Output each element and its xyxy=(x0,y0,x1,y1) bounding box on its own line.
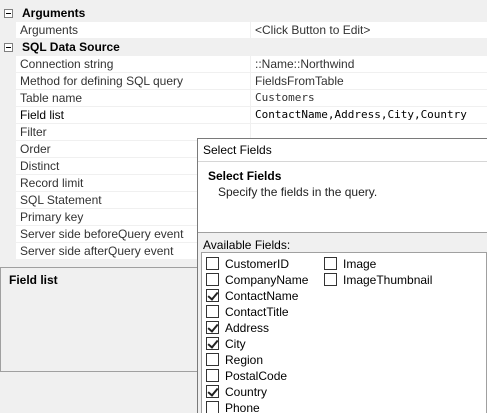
checkbox[interactable] xyxy=(206,385,219,398)
checkbox[interactable] xyxy=(206,257,219,270)
field-label: ContactTitle xyxy=(225,305,289,319)
property-name: Method for defining SQL query xyxy=(16,73,251,90)
checkbox[interactable] xyxy=(324,273,337,286)
property-row-table-name[interactable]: Table name Customers xyxy=(0,90,487,107)
property-row-connection-string[interactable]: Connection string ::Name::Northwind xyxy=(0,56,487,73)
category-label: Arguments xyxy=(22,6,86,20)
checkbox[interactable] xyxy=(206,305,219,318)
property-name: Arguments xyxy=(16,22,251,39)
property-value[interactable]: <Click Button to Edit> xyxy=(251,22,487,39)
available-fields-list[interactable]: CustomerID CompanyName ContactName Conta… xyxy=(201,252,487,413)
property-value[interactable]: FieldsFromTable xyxy=(251,73,487,90)
checkbox[interactable] xyxy=(206,289,219,302)
dialog-body: Available Fields: CustomerID CompanyName… xyxy=(198,232,487,413)
property-name: Table name xyxy=(16,90,251,107)
category-sql-data-source[interactable]: SQL Data Source xyxy=(0,39,487,56)
select-fields-dialog: Select Fields Select Fields Specify the … xyxy=(197,138,487,413)
field-label: Region xyxy=(225,353,264,367)
dialog-subheading: Specify the fields in the query. xyxy=(218,185,378,199)
dialog-title-bar[interactable]: Select Fields xyxy=(198,139,487,161)
property-row-field-list[interactable]: Field list ContactName,Address,City,Coun… xyxy=(0,107,487,124)
field-label: ImageThumbnail xyxy=(343,273,433,287)
checkbox[interactable] xyxy=(206,321,219,334)
available-fields-label: Available Fields: xyxy=(203,238,291,252)
property-value[interactable]: ::Name::Northwind xyxy=(251,56,487,73)
checkbox[interactable] xyxy=(324,257,337,270)
property-name: Connection string xyxy=(16,56,251,73)
field-label: Address xyxy=(225,321,270,335)
dialog-header: Select Fields Specify the fields in the … xyxy=(198,161,487,231)
field-label: Country xyxy=(225,385,268,399)
category-arguments[interactable]: Arguments xyxy=(0,5,487,22)
checkbox[interactable] xyxy=(206,369,219,382)
property-value[interactable]: Customers xyxy=(251,90,487,107)
field-label: CustomerID xyxy=(225,257,290,271)
checkbox[interactable] xyxy=(206,353,219,366)
field-label: CompanyName xyxy=(225,273,309,287)
checkbox[interactable] xyxy=(206,273,219,286)
field-label: City xyxy=(225,337,246,351)
field-label: Phone xyxy=(225,401,260,413)
checkbox[interactable] xyxy=(206,337,219,350)
collapse-icon[interactable] xyxy=(4,9,13,18)
property-row-arguments[interactable]: Arguments <Click Button to Edit> xyxy=(0,22,487,39)
category-label: SQL Data Source xyxy=(22,40,120,54)
collapse-icon[interactable] xyxy=(4,43,13,52)
property-name: Field list xyxy=(16,107,251,124)
property-value[interactable]: ContactName,Address,City,Country xyxy=(251,107,487,124)
checkbox[interactable] xyxy=(206,401,219,413)
field-label: Image xyxy=(343,257,377,271)
description-title: Field list xyxy=(9,273,58,287)
field-label: PostalCode xyxy=(225,369,288,383)
dialog-heading: Select Fields xyxy=(208,169,282,183)
field-label: ContactName xyxy=(225,289,299,303)
property-row-method[interactable]: Method for defining SQL query FieldsFrom… xyxy=(0,73,487,90)
